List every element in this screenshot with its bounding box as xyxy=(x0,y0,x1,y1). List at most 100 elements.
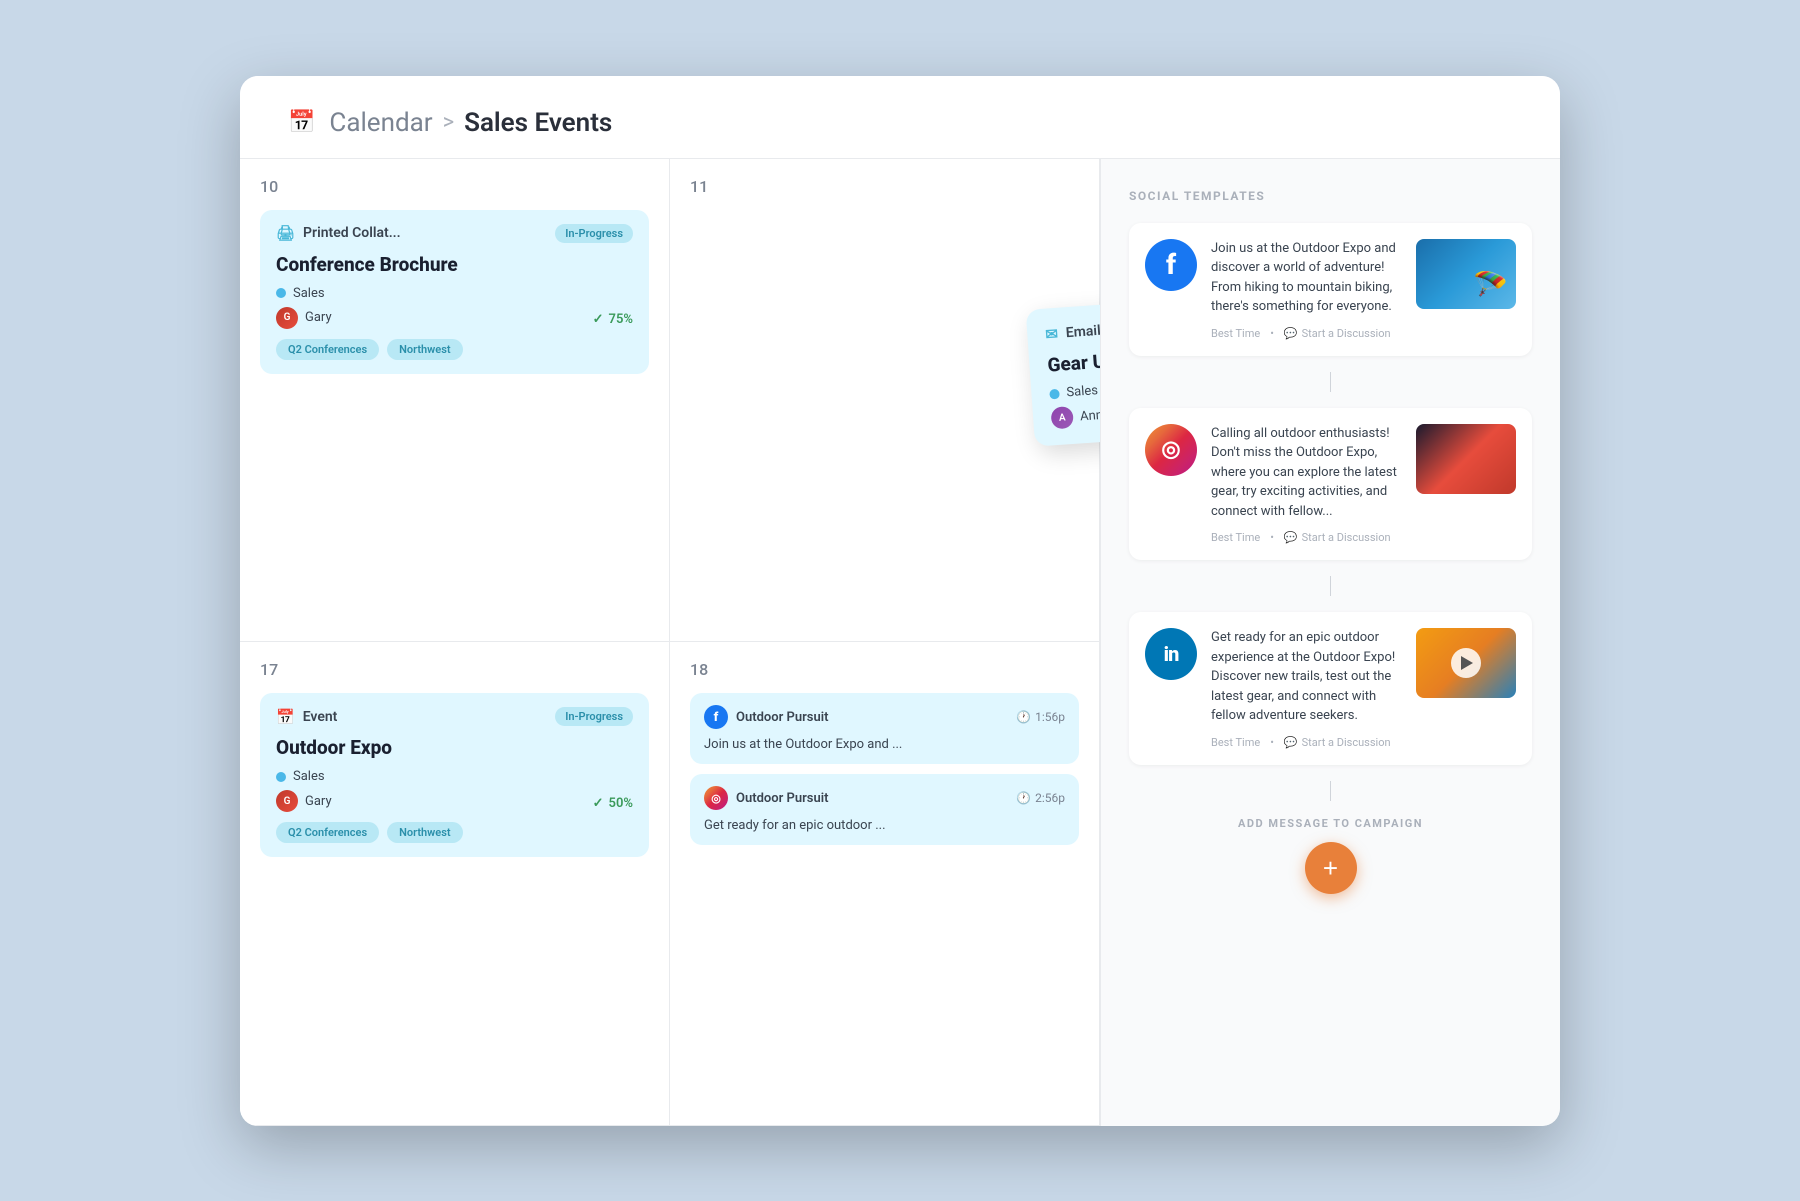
comment-link-li[interactable]: 💬 Start a Discussion xyxy=(1284,736,1391,749)
event-meta: Sales G Gary ✓ 75% xyxy=(276,286,633,329)
tent-image xyxy=(1416,424,1516,494)
calendar-icon: 📅 xyxy=(288,110,315,135)
comment-icon-li: 💬 xyxy=(1284,736,1298,749)
cell-date-18: 18 xyxy=(690,660,1079,679)
email-category-dot xyxy=(1049,388,1060,399)
template-footer-li: Best Time • 💬 Start a Discussion xyxy=(1211,736,1402,749)
print-icon: 🖨 xyxy=(276,224,295,242)
template-text-fb: Join us at the Outdoor Expo and discover… xyxy=(1211,239,1402,317)
template-text-ig: Calling all outdoor enthusiasts! Don't m… xyxy=(1211,424,1402,522)
avatar-gary: G xyxy=(276,307,298,329)
event-card-brochure[interactable]: 🖨 Printed Collat... In-Progress Conferen… xyxy=(260,210,649,374)
event-title-brochure: Conference Brochure xyxy=(276,253,633,276)
cell-date-11: 11 xyxy=(690,177,1079,196)
event-type: 🖨 Printed Collat... xyxy=(276,224,401,242)
template-image-li xyxy=(1416,628,1516,698)
assignee-row: G Gary ✓ 75% xyxy=(276,307,633,329)
social-post-ig[interactable]: ◎ Outdoor Pursuit 🕐 2:56p Get ready for … xyxy=(690,774,1079,845)
template-content-li: Get ready for an epic outdoor experience… xyxy=(1211,628,1402,749)
template-footer-fb: Best Time • 💬 Start a Discussion xyxy=(1211,327,1402,340)
panel-divider-3 xyxy=(1330,781,1331,801)
tag-northwest: Northwest xyxy=(387,339,462,360)
check-icon: ✓ xyxy=(593,312,604,327)
category-dot xyxy=(276,288,286,298)
floating-email-card[interactable]: ✉ Email In-Progress Gear Up for This Yea… xyxy=(1026,288,1100,446)
breadcrumb-separator: > xyxy=(443,110,455,135)
post-time-ig: 🕐 2:56p xyxy=(1016,791,1065,805)
avatar-anna: A xyxy=(1050,405,1073,428)
li-icon-text: in xyxy=(1164,642,1179,666)
progress-brochure: ✓ 75% xyxy=(593,312,633,327)
li-platform-icon: in xyxy=(1145,628,1197,680)
play-triangle xyxy=(1461,656,1473,670)
email-icon: ✉ xyxy=(1045,324,1059,343)
plus-icon: + xyxy=(1323,855,1338,881)
calendar-cell-10: 10 🖨 Printed Collat... In-Progress Confe… xyxy=(240,159,670,643)
status-badge-brochure: In-Progress xyxy=(555,224,633,243)
breadcrumb-current: Sales Events xyxy=(464,108,612,138)
tags-row-brochure: Q2 Conferences Northwest xyxy=(276,339,633,360)
add-message-section: ADD MESSAGE TO CAMPAIGN + xyxy=(1129,817,1532,894)
content-area: 10 🖨 Printed Collat... In-Progress Confe… xyxy=(240,159,1560,1126)
expo-assignee-row: G Gary ✓ 50% xyxy=(276,790,633,812)
template-image-fb xyxy=(1416,239,1516,309)
template-image-ig xyxy=(1416,424,1516,494)
add-message-label: ADD MESSAGE TO CAMPAIGN xyxy=(1129,817,1532,830)
calendar-grid: 10 🖨 Printed Collat... In-Progress Confe… xyxy=(240,159,1100,1126)
avatar-gary-expo: G xyxy=(276,790,298,812)
post-text-fb: Join us at the Outdoor Expo and ... xyxy=(704,737,1065,752)
template-content-ig: Calling all outdoor enthusiasts! Don't m… xyxy=(1211,424,1402,545)
breadcrumb-calendar: Calendar xyxy=(329,108,432,138)
progress-expo: ✓ 50% xyxy=(593,796,633,811)
right-panel: SOCIAL TEMPLATES f Join us at the Outdoo… xyxy=(1100,159,1560,1126)
add-message-button[interactable]: + xyxy=(1305,842,1357,894)
balloon-image xyxy=(1416,628,1516,698)
social-post-fb[interactable]: f Outdoor Pursuit 🕐 1:56p Join us at the… xyxy=(690,693,1079,764)
comment-link-ig[interactable]: 💬 Start a Discussion xyxy=(1284,531,1391,544)
template-linkedin[interactable]: in Get ready for an epic outdoor experie… xyxy=(1129,612,1532,765)
event-card-header: 🖨 Printed Collat... In-Progress xyxy=(276,224,633,243)
tag-q2-expo: Q2 Conferences xyxy=(276,822,379,843)
post-header-fb: f Outdoor Pursuit 🕐 1:56p xyxy=(704,705,1065,729)
post-left-fb: f Outdoor Pursuit xyxy=(704,705,829,729)
template-text-li: Get ready for an epic outdoor experience… xyxy=(1211,628,1402,726)
event-icon: 📅 xyxy=(276,708,295,726)
breadcrumb: Calendar > Sales Events xyxy=(329,108,612,138)
post-time-fb: 🕐 1:56p xyxy=(1016,710,1065,724)
header: 📅 Calendar > Sales Events xyxy=(240,76,1560,159)
dot-separator-ig: • xyxy=(1270,531,1274,544)
expo-card-header: 📅 Event In-Progress xyxy=(276,707,633,726)
panel-divider-1 xyxy=(1330,372,1331,392)
template-content-fb: Join us at the Outdoor Expo and discover… xyxy=(1211,239,1402,340)
clock-icon-ig: 🕐 xyxy=(1016,791,1031,805)
dot-separator-fb: • xyxy=(1270,327,1274,340)
play-button[interactable] xyxy=(1451,648,1481,678)
event-title-expo: Outdoor Expo xyxy=(276,736,633,759)
template-facebook[interactable]: f Join us at the Outdoor Expo and discov… xyxy=(1129,223,1532,356)
email-type: ✉ Email xyxy=(1045,321,1100,343)
email-meta: Sales A Anna ✓ 80% xyxy=(1049,367,1100,429)
calendar-cell-11: 11 ✉ Email In-Progress Gear Up for This … xyxy=(670,159,1100,643)
comment-link-fb[interactable]: 💬 Start a Discussion xyxy=(1284,327,1391,340)
post-text-ig: Get ready for an epic outdoor ... xyxy=(704,818,1065,833)
dot-separator-li: • xyxy=(1270,736,1274,749)
tag-q2: Q2 Conferences xyxy=(276,339,379,360)
expo-category-dot xyxy=(276,772,286,782)
expo-category-row: Sales xyxy=(276,769,633,784)
facebook-icon: f xyxy=(704,705,728,729)
comment-icon-fb: 💬 xyxy=(1284,327,1298,340)
check-icon-expo: ✓ xyxy=(593,796,604,811)
template-instagram[interactable]: ◎ Calling all outdoor enthusiasts! Don't… xyxy=(1129,408,1532,561)
post-header-ig: ◎ Outdoor Pursuit 🕐 2:56p xyxy=(704,786,1065,810)
ig-platform-icon: ◎ xyxy=(1145,424,1197,476)
clock-icon-fb: 🕐 xyxy=(1016,710,1031,724)
expo-type: 📅 Event xyxy=(276,708,337,726)
template-footer-ig: Best Time • 💬 Start a Discussion xyxy=(1211,531,1402,544)
calendar-cell-17: 17 📅 Event In-Progress Outdoor Expo xyxy=(240,642,670,1126)
cell-date-17: 17 xyxy=(260,660,649,679)
calendar-cell-18: 18 f Outdoor Pursuit 🕐 1:56p xyxy=(670,642,1100,1126)
panel-divider-2 xyxy=(1330,576,1331,596)
status-badge-expo: In-Progress xyxy=(555,707,633,726)
instagram-icon: ◎ xyxy=(704,786,728,810)
event-card-expo[interactable]: 📅 Event In-Progress Outdoor Expo Sales xyxy=(260,693,649,857)
